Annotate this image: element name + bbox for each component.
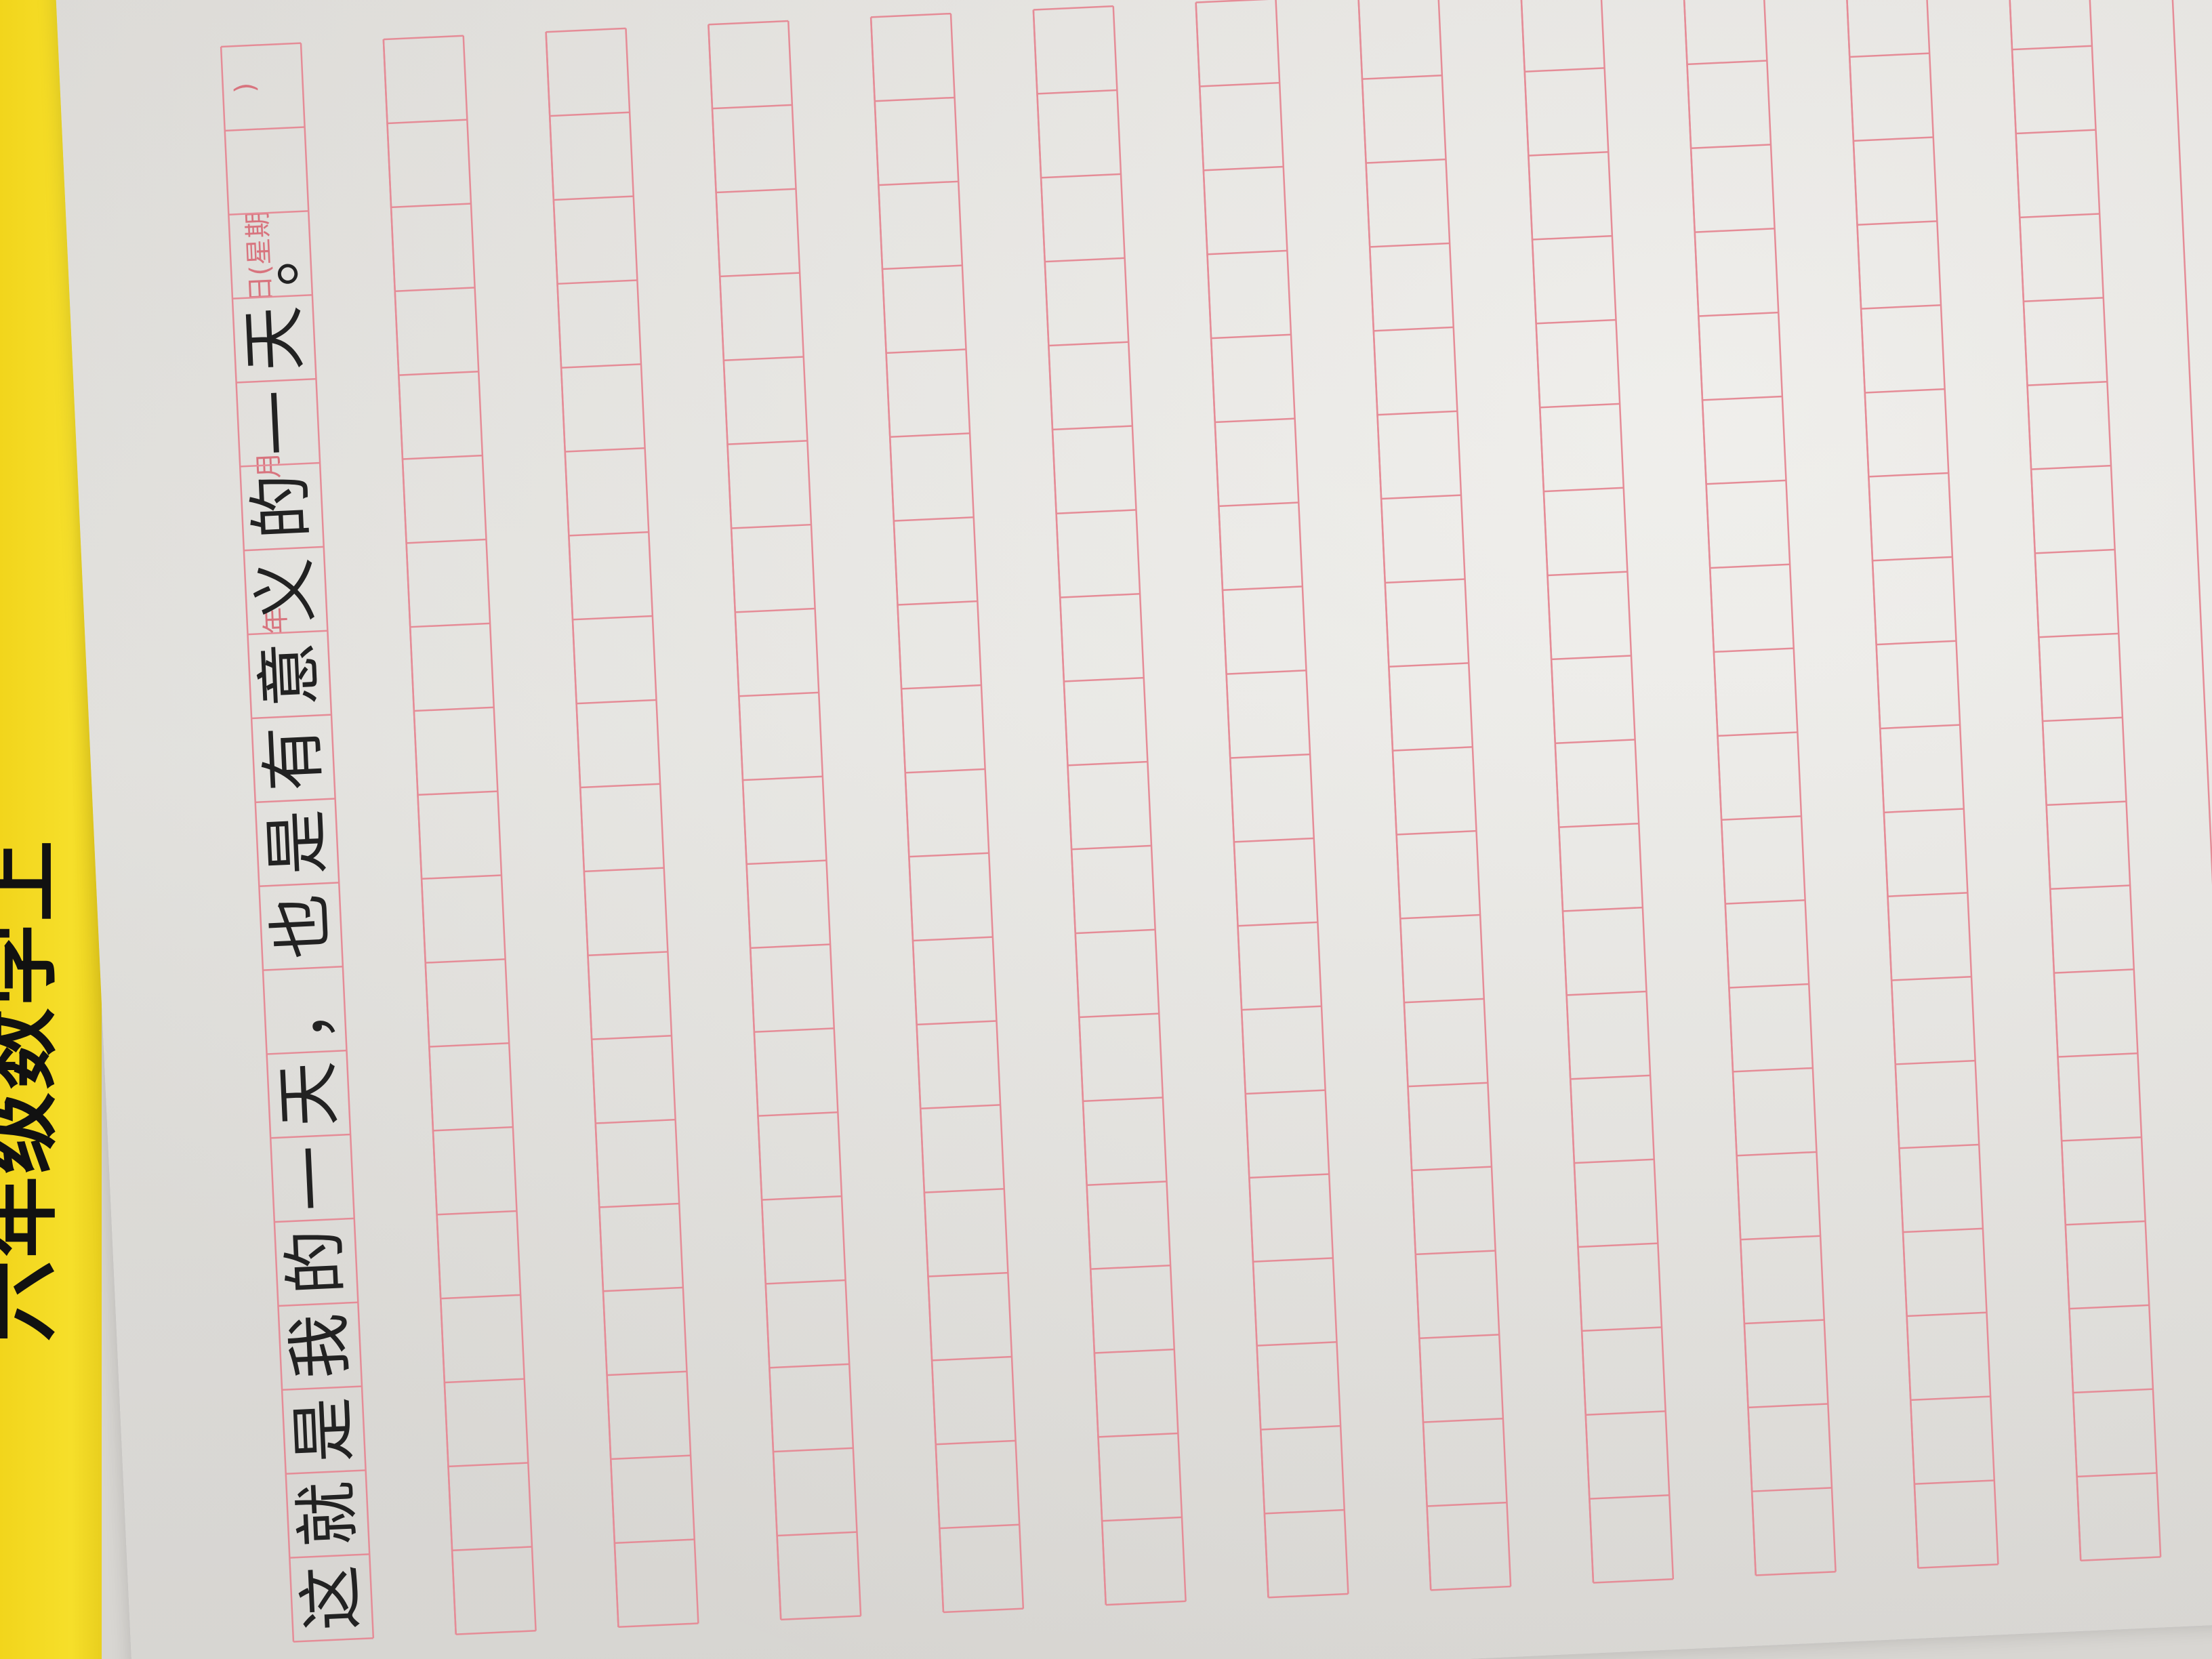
handwritten-char: 义 [246,556,325,625]
grid-paper-sheet: 年 月 日(星期 ) 这就是我的一天，也是有意义的一天。 [54,0,2212,1659]
handwritten-char: 意 [250,640,329,709]
handwritten-char: 。 [231,220,310,289]
handwritten-char: 这 [292,1563,371,1632]
handwritten-char: 天 [269,1060,348,1128]
grid-column [2007,0,2212,1562]
handwritten-char: 一 [273,1144,352,1212]
handwritten-char: 也 [262,892,340,960]
writing-grid: 这就是我的一天，也是有意义的一天。 [220,0,2212,1643]
photo-scene: 六年级数学上 年 月 日(星期 ) 这就是我的一天，也是有意义的一天。 [0,0,2212,1659]
handwritten-char: 的 [276,1228,355,1296]
handwritten-char: 天 [235,304,314,373]
handwritten-char: 就 [288,1480,367,1549]
handwritten-char: 是 [285,1396,363,1465]
handwritten-char: 是 [258,808,336,877]
handwritten-char: 有 [254,724,333,793]
handwritten-char: 一 [239,388,317,457]
handwritten-char: ， [266,976,344,1044]
handwritten-char: 的 [243,472,321,541]
handwritten-char: 我 [281,1312,359,1380]
cover-title: 六年级数学上 [0,838,66,1342]
